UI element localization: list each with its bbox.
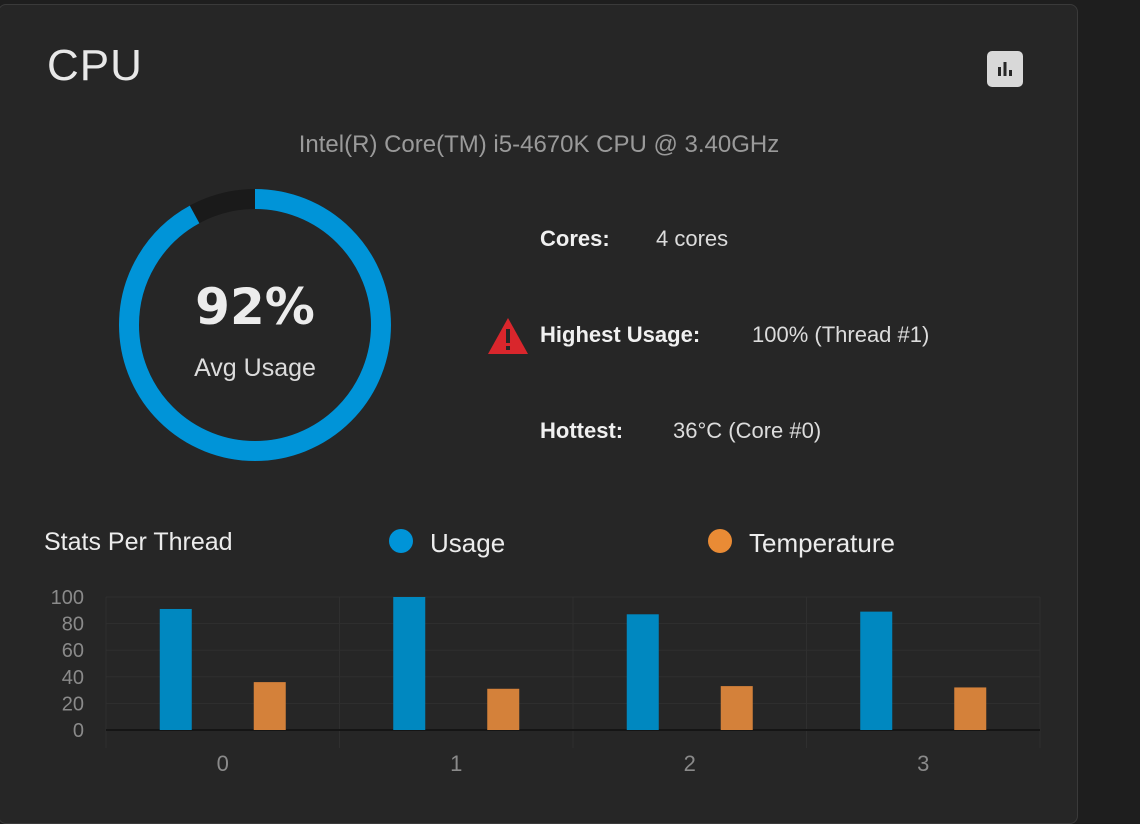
cpu-model-name: Intel(R) Core(TM) i5-4670K CPU @ 3.40GHz: [298, 131, 780, 158]
card-title: CPU: [47, 41, 143, 90]
bar-usage-3: [860, 611, 893, 730]
stats-per-thread-title: Stats Per Thread: [44, 528, 233, 556]
y-tick-label: 0: [73, 720, 84, 742]
hottest-label: Hottest:: [540, 418, 624, 443]
highest-usage-value: 100% (Thread #1): [752, 322, 930, 347]
cores-value: 4 cores: [656, 226, 729, 251]
bar-usage-1: [393, 597, 426, 730]
y-tick-label: 60: [62, 640, 84, 662]
x-tick-label: 3: [917, 751, 929, 776]
x-tick-label: 1: [450, 751, 462, 776]
y-tick-label: 100: [51, 587, 84, 609]
bar-temperature-1: [487, 688, 520, 730]
highest-usage-label: Highest Usage:: [540, 322, 701, 347]
bar-temperature-2: [720, 686, 753, 730]
bar-temperature-3: [954, 687, 987, 730]
legend-usage-label: Usage: [430, 528, 506, 558]
bar-usage-2: [626, 614, 659, 730]
x-tick-label: 2: [684, 751, 696, 776]
hottest-value: 36°C (Core #0): [673, 418, 822, 443]
bar-chart-icon: [998, 62, 1012, 76]
legend-temperature-label: Temperature: [749, 528, 895, 558]
warning-icon: [488, 318, 528, 354]
avg-usage-value: 92%: [195, 278, 315, 336]
avg-usage-label: Avg Usage: [194, 354, 316, 382]
thread-stats-chart: 100 80 60 40 20 0 0 1 2 3: [51, 587, 1041, 776]
bar-usage-0: [159, 608, 192, 730]
bar-temperature-0: [253, 682, 286, 730]
cores-label: Cores:: [540, 226, 610, 251]
x-tick-label: 0: [217, 751, 229, 776]
y-tick-label: 20: [62, 693, 84, 715]
legend-temperature-dot: [708, 529, 732, 553]
y-tick-label: 80: [62, 614, 84, 636]
legend-usage-dot: [389, 529, 413, 553]
y-tick-label: 40: [62, 667, 84, 689]
chart-view-button[interactable]: [987, 51, 1023, 87]
